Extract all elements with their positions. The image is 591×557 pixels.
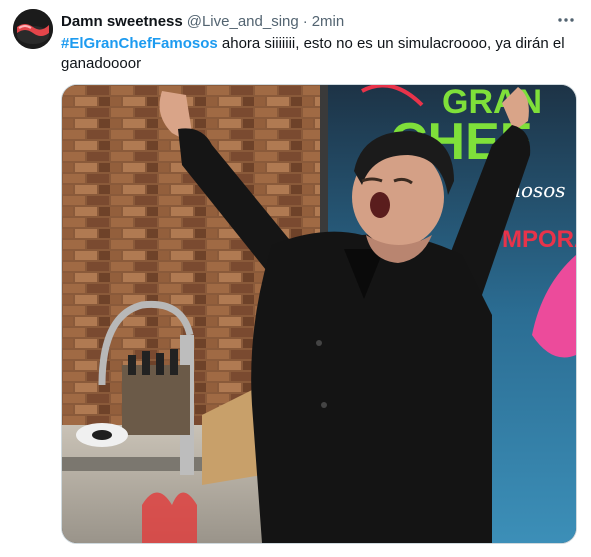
display-name[interactable]: Damn sweetness <box>61 13 183 30</box>
more-horizontal-icon <box>558 18 574 22</box>
tweet-header: Damn sweetness @Live_and_sing · 2min <box>61 11 571 31</box>
tweet-text: #ElGranChefFamosos ahora siiiiiii, esto … <box>61 34 576 74</box>
avatar-image <box>13 9 53 49</box>
svg-text:MPORA: MPORA <box>502 226 576 253</box>
media-image: GRAN CHEF mosos MPORA <box>62 85 576 543</box>
avatar[interactable] <box>13 9 53 49</box>
timestamp[interactable]: 2min <box>312 13 345 30</box>
separator-dot: · <box>302 12 308 30</box>
tweet-media[interactable]: GRAN CHEF mosos MPORA <box>61 84 577 544</box>
hashtag-link[interactable]: #ElGranChefFamosos <box>61 35 218 52</box>
user-handle[interactable]: @Live_and_sing <box>187 13 299 30</box>
more-options-button[interactable] <box>555 9 577 31</box>
tweet-card[interactable]: Damn sweetness @Live_and_sing · 2min #El… <box>0 0 591 557</box>
